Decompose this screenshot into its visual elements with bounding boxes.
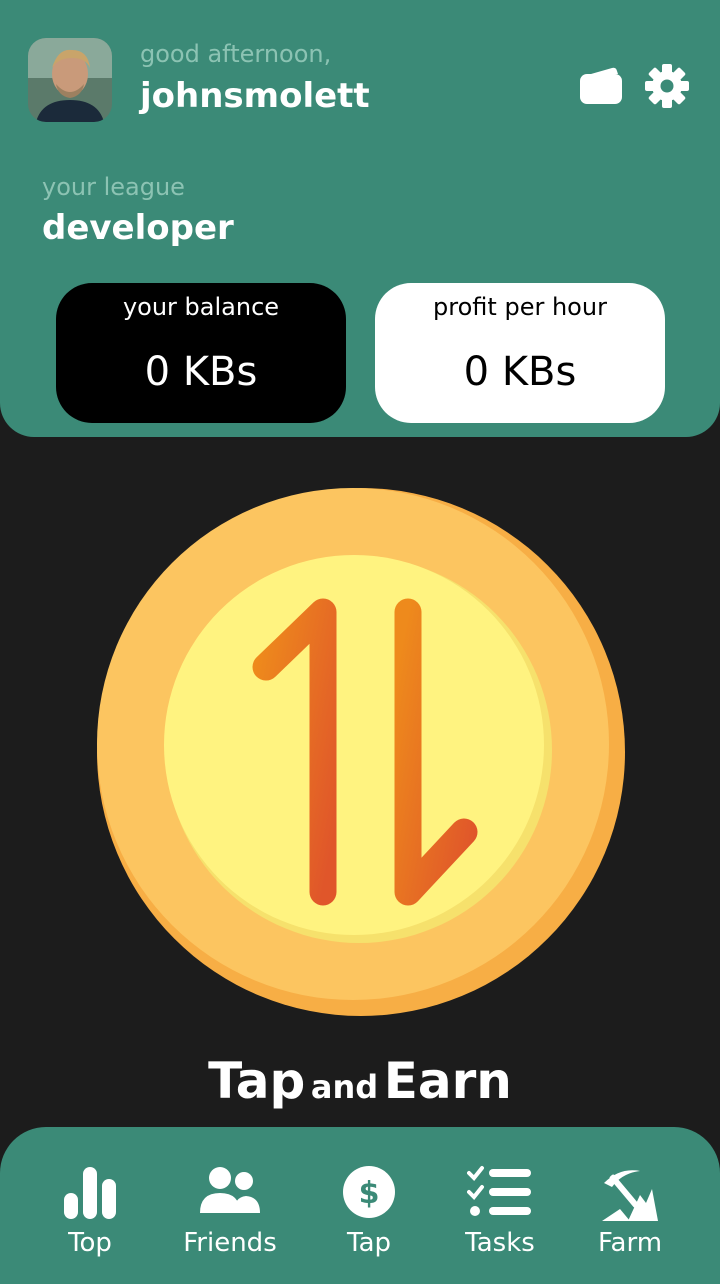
nav-label-friends: Friends bbox=[183, 1228, 277, 1258]
balance-card: your balance 0 KBs bbox=[56, 283, 346, 423]
nav-label-farm: Farm bbox=[597, 1228, 663, 1258]
nav-item-tap[interactable]: $ Tap bbox=[299, 1127, 439, 1284]
svg-text:$: $ bbox=[359, 1176, 380, 1211]
balance-label: your balance bbox=[122, 293, 280, 321]
gear-icon[interactable] bbox=[644, 63, 690, 109]
nav-label-top: Top bbox=[68, 1228, 112, 1258]
profit-card: profit per hour 0 KBs bbox=[375, 283, 665, 423]
greeting-text: good afternoon, bbox=[140, 40, 332, 68]
nav-item-tasks[interactable]: Tasks bbox=[430, 1127, 570, 1284]
league-value: developer bbox=[42, 208, 234, 248]
profit-value: 0 KBs bbox=[463, 349, 577, 395]
people-icon bbox=[198, 1165, 262, 1221]
tap-coin-button[interactable] bbox=[96, 487, 626, 1017]
avatar[interactable] bbox=[28, 38, 112, 122]
wallet-icon[interactable] bbox=[578, 66, 624, 106]
tap-title-word-3: Earn bbox=[383, 1052, 512, 1110]
header-panel: good afternoon, johnsmolett your league … bbox=[0, 0, 720, 437]
profit-label: profit per hour bbox=[433, 293, 607, 321]
league-label: your league bbox=[42, 173, 185, 201]
bottom-nav: Top Friends $ Tap Tasks Farm bbox=[0, 1127, 720, 1284]
username: johnsmolett bbox=[140, 76, 370, 116]
nav-item-friends[interactable]: Friends bbox=[160, 1127, 300, 1284]
tap-and-earn-title: Tap and Earn bbox=[0, 1052, 720, 1110]
tap-title-word-2: and bbox=[310, 1068, 379, 1106]
checklist-icon bbox=[467, 1165, 533, 1223]
nav-label-tap: Tap bbox=[346, 1228, 391, 1258]
dollar-coin-icon: $ bbox=[342, 1165, 396, 1223]
nav-item-top[interactable]: Top bbox=[20, 1127, 160, 1284]
tap-title-word-1: Tap bbox=[208, 1052, 306, 1110]
bar-chart-icon bbox=[62, 1165, 118, 1225]
nav-item-farm[interactable]: Farm bbox=[560, 1127, 700, 1284]
nav-label-tasks: Tasks bbox=[465, 1228, 535, 1258]
balance-value: 0 KBs bbox=[144, 349, 258, 395]
pickaxe-icon bbox=[600, 1165, 660, 1227]
